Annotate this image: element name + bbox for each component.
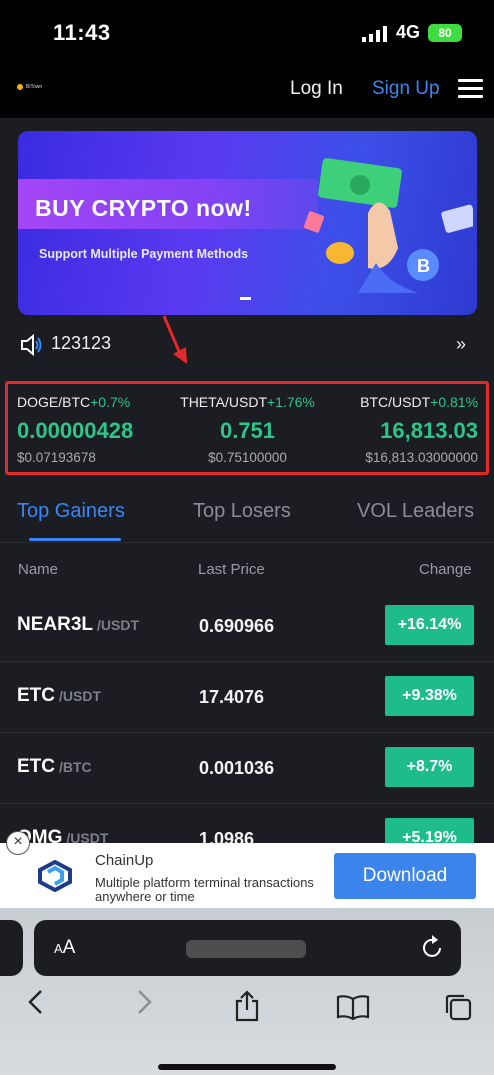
- ticker-change: +0.7%: [90, 394, 131, 410]
- hand-money-illustration-icon: B: [303, 158, 473, 293]
- market-ticker: DOGE/BTC+0.7% 0.00000428 $0.07193678 THE…: [5, 381, 489, 475]
- share-icon[interactable]: [233, 990, 261, 1022]
- ticker-usd: $16,813.03000000: [365, 450, 479, 465]
- chainup-logo-icon: [38, 860, 72, 892]
- active-tab-indicator: [29, 538, 121, 541]
- ad-description: Multiple platform terminal transactions …: [95, 875, 314, 904]
- column-name: Name: [18, 561, 59, 578]
- ad-app-name: ChainUp: [95, 852, 154, 869]
- battery-icon: 80: [428, 24, 462, 42]
- ticker-usd: $0.75100000: [208, 450, 287, 465]
- table-row[interactable]: NEAR3L/USDT 0.690966 +16.14%: [0, 590, 494, 662]
- network-type: 4G: [396, 22, 421, 42]
- row-symbol: NEAR3L/USDT: [17, 614, 140, 635]
- row-change-badge: +9.38%: [385, 676, 474, 716]
- address-bar[interactable]: AA: [34, 920, 461, 976]
- logo-text: BiTown: [26, 84, 43, 90]
- ticker-pair: BTC/USDT+0.81%: [360, 394, 479, 410]
- ticker-change: +0.81%: [430, 394, 479, 410]
- svg-text:B: B: [417, 256, 430, 276]
- promo-banner[interactable]: B BUY CRYPTO now! Support Multiple Payme…: [18, 131, 477, 315]
- table-row[interactable]: ETC/BTC 0.001036 +8.7%: [0, 732, 494, 804]
- row-last-price: 0.001036: [199, 758, 275, 778]
- back-icon[interactable]: [26, 988, 46, 1016]
- ticker-item[interactable]: DOGE/BTC+0.7% 0.00000428 $0.07193678: [8, 384, 171, 472]
- ticker-item[interactable]: BTC/USDT+0.81% 16,813.03 $16,813.0300000…: [324, 384, 486, 472]
- ticker-item[interactable]: THETA/USDT+1.76% 0.751 $0.75100000: [171, 384, 325, 472]
- status-time: 11:43: [53, 20, 111, 45]
- status-bar: 11:43 4G 80: [0, 0, 494, 62]
- carousel-indicator[interactable]: [240, 297, 251, 300]
- login-link[interactable]: Log In: [290, 78, 343, 100]
- download-button[interactable]: Download: [334, 853, 476, 899]
- app-download-banner: × ChainUp Multiple platform terminal tra…: [0, 831, 494, 908]
- bookmarks-icon[interactable]: [336, 994, 370, 1020]
- reload-icon[interactable]: [421, 934, 445, 960]
- ticker-change: +1.76%: [267, 394, 315, 410]
- top-nav: BiTown Log In Sign Up: [0, 62, 494, 118]
- previous-tab-preview[interactable]: [0, 920, 23, 976]
- announcement-text: 123123: [51, 333, 112, 353]
- column-last-price: Last Price: [198, 561, 265, 578]
- tab-top-gainers[interactable]: Top Gainers: [17, 500, 125, 523]
- row-last-price: 0.690966: [199, 616, 275, 636]
- banner-subline: Support Multiple Payment Methods: [39, 247, 249, 261]
- url-text-redacted: [186, 940, 306, 958]
- column-change: Change: [419, 561, 472, 578]
- browser-toolbar: AA: [0, 908, 494, 1075]
- signup-link[interactable]: Sign Up: [372, 78, 440, 100]
- logo-coin-icon: [17, 84, 23, 90]
- tab-vol-leaders[interactable]: VOL Leaders: [357, 500, 474, 523]
- close-icon[interactable]: ×: [6, 831, 30, 855]
- home-indicator: [158, 1064, 336, 1070]
- cellular-signal-icon: [362, 26, 387, 42]
- row-symbol: ETC/USDT: [17, 685, 101, 706]
- hamburger-menu-icon[interactable]: [458, 79, 483, 99]
- site-logo[interactable]: BiTown: [17, 84, 42, 90]
- announcement-more-icon[interactable]: »: [456, 334, 466, 355]
- table-row[interactable]: ETC/USDT 17.4076 +9.38%: [0, 661, 494, 733]
- divider: [0, 542, 494, 543]
- speaker-icon: [21, 334, 42, 356]
- ticker-pair: DOGE/BTC+0.7%: [17, 394, 131, 410]
- row-change-badge: +8.7%: [385, 747, 474, 787]
- table-header: Name Last Price Change: [0, 558, 494, 582]
- market-tabs: Top Gainers Top Losers VOL Leaders: [0, 486, 494, 542]
- ticker-price: 16,813.03: [380, 418, 479, 443]
- tabs-icon[interactable]: [443, 992, 473, 1022]
- announcement-bar[interactable]: 123123 »: [20, 332, 480, 358]
- ticker-usd: $0.07193678: [17, 450, 96, 465]
- ticker-price: 0.751: [219, 418, 276, 443]
- forward-icon[interactable]: [134, 988, 154, 1016]
- row-last-price: 17.4076: [199, 687, 265, 707]
- row-symbol: ETC/BTC: [17, 756, 92, 777]
- ticker-pair: THETA/USDT+1.76%: [180, 394, 315, 410]
- battery-level: 80: [438, 26, 452, 40]
- row-change-badge: +16.14%: [385, 605, 474, 645]
- banner-headline: BUY CRYPTO now!: [35, 195, 252, 221]
- reader-options-button[interactable]: AA: [54, 937, 75, 959]
- tab-top-losers[interactable]: Top Losers: [193, 500, 291, 523]
- ticker-price: 0.00000428: [17, 418, 134, 443]
